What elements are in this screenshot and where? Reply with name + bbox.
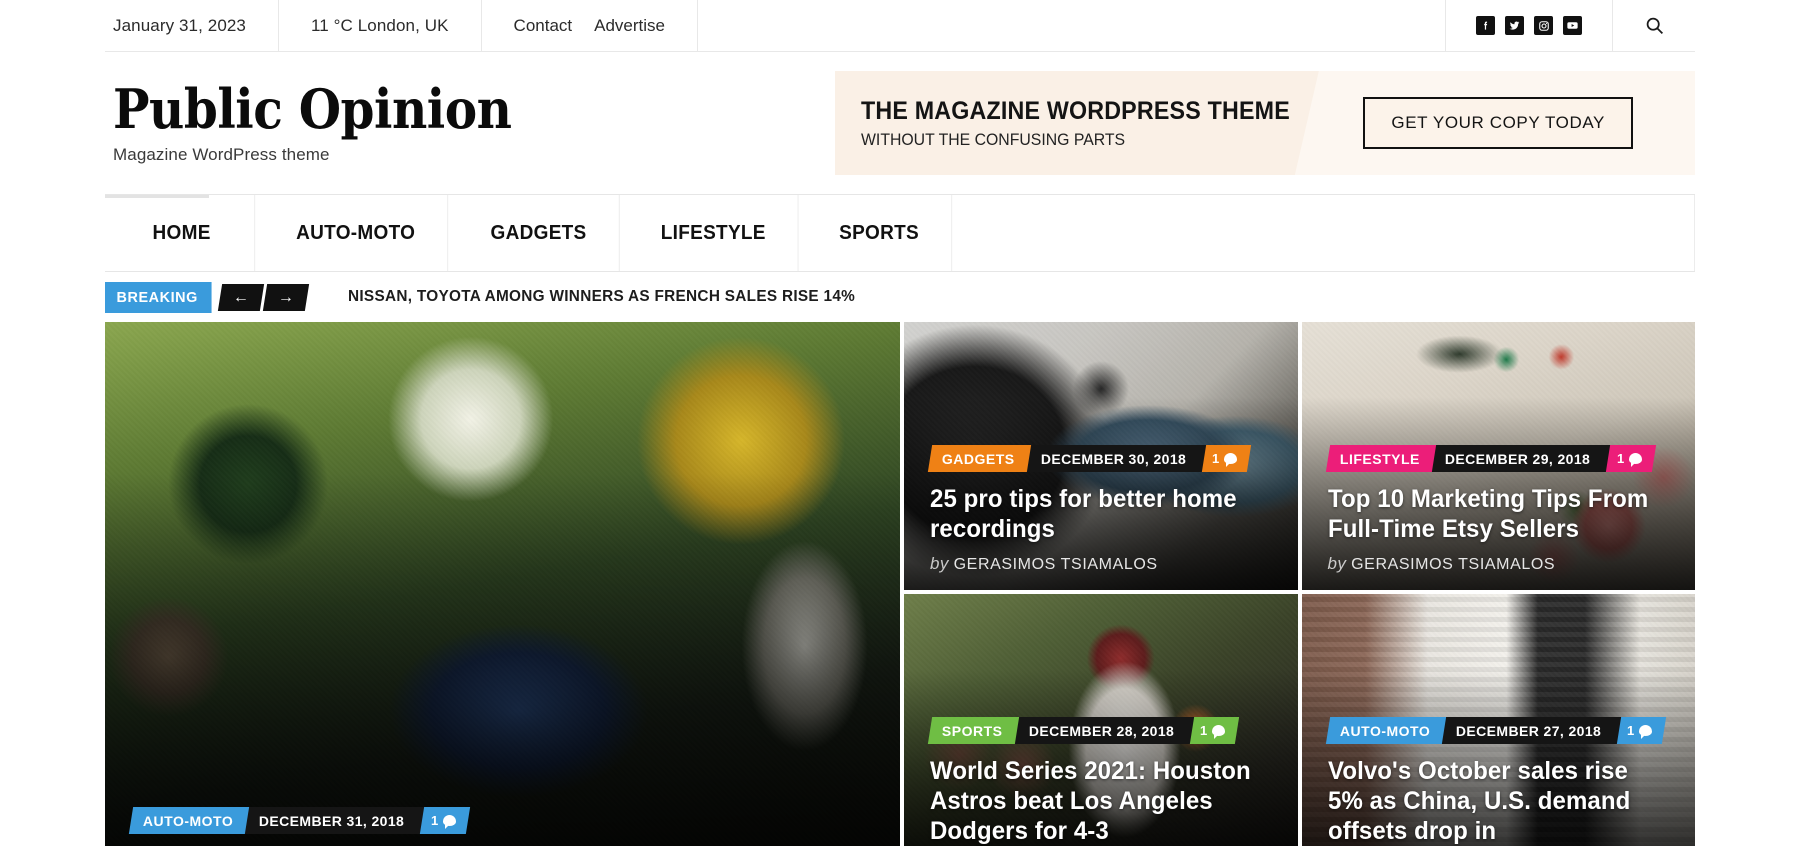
nav-item-sports[interactable]: SPORTS (807, 195, 953, 271)
card-meta-auto-moto: AUTO-MOTO DECEMBER 27, 2018 1 (1325, 717, 1674, 744)
featured-grid: AUTO-MOTO DECEMBER 31, 2018 1 GADGETS DE… (105, 322, 1695, 846)
card-date-gadgets: DECEMBER 30, 2018 (1020, 445, 1207, 472)
weather-info: 11 °C London, UK (279, 0, 482, 51)
card-title-sports[interactable]: World Series 2021: Houston Astros beat L… (930, 756, 1262, 846)
card-date-lifestyle: DECEMBER 29, 2018 (1425, 445, 1611, 472)
hero-category-badge[interactable]: AUTO-MOTO (128, 807, 250, 834)
twitter-icon[interactable] (1505, 16, 1524, 35)
by-label: by (930, 554, 949, 573)
current-date: January 31, 2023 (105, 0, 279, 51)
card-body-lifestyle: LIFESTYLE DECEMBER 29, 2018 1 Top 10 Mar… (1325, 445, 1674, 574)
comment-bubble-icon (442, 815, 456, 826)
category-badge-auto-moto[interactable]: AUTO-MOTO (1325, 717, 1446, 744)
card-title-auto-moto[interactable]: Volvo's October sales rise 5% as China, … (1328, 756, 1660, 846)
card-byline-lifestyle: by GERASIMOS TSIAMALOS (1328, 554, 1674, 574)
ad-subline: WITHOUT THE CONFUSING PARTS (861, 129, 1126, 149)
social-links (1445, 0, 1613, 51)
hero-date: DECEMBER 31, 2018 (239, 807, 425, 834)
by-label: by (1327, 554, 1347, 573)
ad-text-block: THE MAGAZINE WORDPRESS THEME WITHOUT THE… (835, 97, 1322, 150)
card-body-gadgets: GADGETS DECEMBER 30, 2018 1 25 pro tips … (927, 445, 1276, 574)
instagram-icon[interactable] (1534, 16, 1553, 35)
hero-meta: AUTO-MOTO DECEMBER 31, 2018 1 (128, 807, 878, 834)
article-card-gadgets[interactable]: GADGETS DECEMBER 30, 2018 1 25 pro tips … (904, 322, 1298, 590)
author-name[interactable]: GERASIMOS TSIAMALOS (1351, 556, 1555, 573)
article-card-sports[interactable]: SPORTS DECEMBER 28, 2018 1 World Series … (904, 594, 1298, 846)
category-badge-sports[interactable]: SPORTS (927, 717, 1019, 744)
category-badge-lifestyle[interactable]: LIFESTYLE (1325, 445, 1436, 472)
page-root: January 31, 2023 11 °C London, UK Contac… (0, 0, 1800, 846)
nav-item-gadgets[interactable]: GADGETS (458, 195, 620, 271)
nav-item-lifestyle[interactable]: LIFESTYLE (628, 195, 799, 271)
site-branding[interactable]: Public Opinion Magazine WordPress theme (105, 81, 512, 164)
breaking-prev-button[interactable]: ← (217, 283, 264, 311)
card-date-auto-moto: DECEMBER 27, 2018 (1435, 717, 1622, 744)
card-body-auto-moto: AUTO-MOTO DECEMBER 27, 2018 1 Volvo's Oc… (1325, 717, 1674, 846)
youtube-icon[interactable] (1563, 16, 1582, 35)
article-card-lifestyle[interactable]: LIFESTYLE DECEMBER 29, 2018 1 Top 10 Mar… (1301, 322, 1695, 590)
arrow-right-icon: → (277, 288, 294, 305)
main-navigation: HOME AUTO-MOTO GADGETS LIFESTYLE SPORTS (105, 194, 1695, 272)
comment-bubble-icon (1639, 725, 1653, 736)
breaking-headline[interactable]: NISSAN, TOYOTA AMONG WINNERS AS FRENCH S… (348, 288, 855, 306)
side-row-bottom: SPORTS DECEMBER 28, 2018 1 World Series … (904, 594, 1695, 846)
hero-article-card[interactable]: AUTO-MOTO DECEMBER 31, 2018 1 (105, 322, 900, 846)
hero-card-body: AUTO-MOTO DECEMBER 31, 2018 1 (128, 807, 878, 846)
search-icon (1646, 17, 1663, 34)
arrow-left-icon: ← (232, 288, 249, 305)
hero-gradient-overlay (105, 473, 900, 846)
nav-item-auto-moto[interactable]: AUTO-MOTO (264, 195, 449, 271)
breaking-badge: BREAKING (105, 281, 212, 313)
card-meta-gadgets: GADGETS DECEMBER 30, 2018 1 (927, 445, 1276, 472)
ad-headline: THE MAGAZINE WORDPRESS THEME (861, 96, 1290, 125)
top-bar-links: Contact Advertise (482, 0, 699, 51)
comment-bubble-icon (1212, 725, 1226, 736)
facebook-icon[interactable] (1476, 16, 1495, 35)
comment-bubble-icon (1224, 453, 1238, 464)
ad-cta-button[interactable]: GET YOUR COPY TODAY (1363, 97, 1633, 149)
nav-empty-space (956, 195, 1695, 271)
site-title: Public Opinion (113, 77, 512, 142)
top-bar: January 31, 2023 11 °C London, UK Contac… (105, 0, 1695, 52)
search-button[interactable] (1613, 0, 1695, 51)
article-card-auto-moto[interactable]: AUTO-MOTO DECEMBER 27, 2018 1 Volvo's Oc… (1301, 594, 1695, 846)
nav-item-home[interactable]: HOME (109, 195, 256, 271)
top-bar-left: January 31, 2023 11 °C London, UK Contac… (105, 0, 699, 51)
breaking-nav-arrows: ← → (217, 283, 310, 311)
card-meta-sports: SPORTS DECEMBER 28, 2018 1 (927, 717, 1276, 744)
breaking-next-button[interactable]: → (262, 283, 309, 311)
contact-link[interactable]: Contact (514, 16, 573, 36)
side-row-top: GADGETS DECEMBER 30, 2018 1 25 pro tips … (904, 322, 1695, 590)
masthead: Public Opinion Magazine WordPress theme … (105, 52, 1695, 194)
card-meta-lifestyle: LIFESTYLE DECEMBER 29, 2018 1 (1325, 445, 1674, 472)
card-body-sports: SPORTS DECEMBER 28, 2018 1 World Series … (927, 717, 1276, 846)
card-byline-gadgets: by GERASIMOS TSIAMALOS (930, 554, 1276, 574)
top-bar-right (1445, 0, 1695, 51)
comment-bubble-icon (1629, 453, 1642, 464)
advertise-link[interactable]: Advertise (594, 16, 665, 36)
site-tagline: Magazine WordPress theme (113, 144, 330, 164)
category-badge-gadgets[interactable]: GADGETS (927, 445, 1031, 472)
breaking-news-bar: BREAKING ← → NISSAN, TOYOTA AMONG WINNER… (105, 272, 1695, 314)
card-title-gadgets[interactable]: 25 pro tips for better home recordings (930, 484, 1262, 544)
card-title-lifestyle[interactable]: Top 10 Marketing Tips From Full-Time Ets… (1328, 484, 1660, 544)
side-column: GADGETS DECEMBER 30, 2018 1 25 pro tips … (904, 322, 1695, 846)
author-name[interactable]: GERASIMOS TSIAMALOS (954, 556, 1158, 573)
header-advertisement[interactable]: THE MAGAZINE WORDPRESS THEME WITHOUT THE… (835, 71, 1695, 175)
card-date-sports: DECEMBER 28, 2018 (1008, 717, 1195, 744)
hero-column: AUTO-MOTO DECEMBER 31, 2018 1 (105, 322, 900, 846)
